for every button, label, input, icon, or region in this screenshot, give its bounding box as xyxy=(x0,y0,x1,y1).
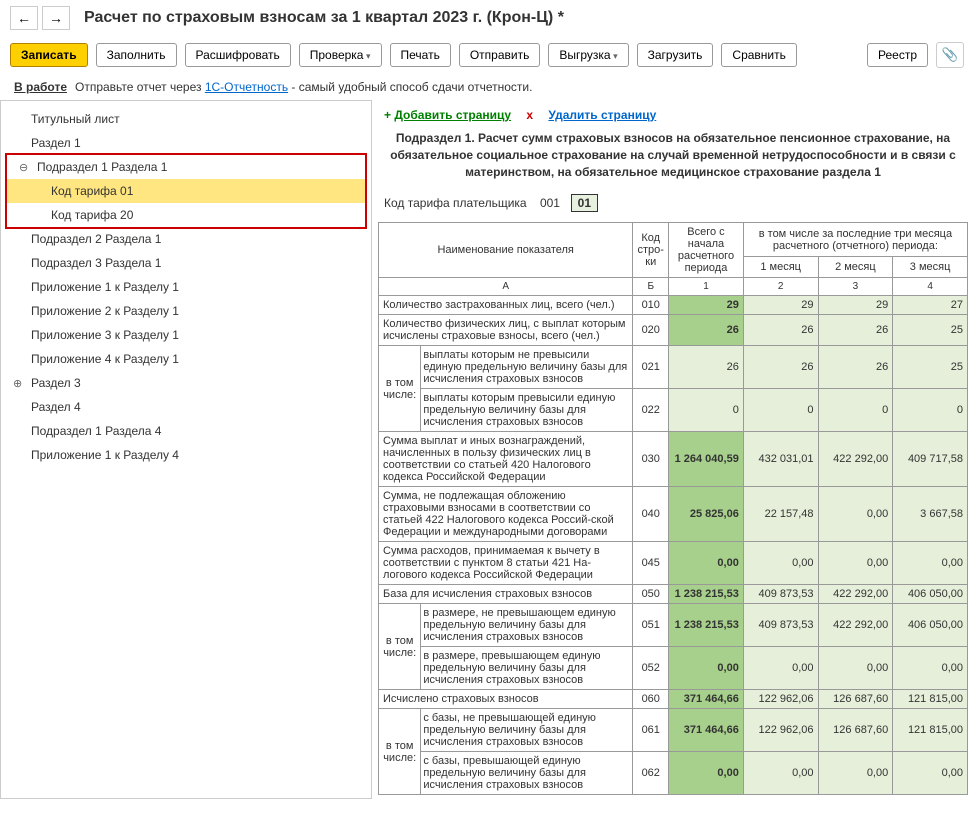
expand-icon[interactable]: ⊕ xyxy=(13,377,25,389)
table-row: Сумма выплат и иных вознаграждений, начи… xyxy=(379,432,968,487)
decrypt-button[interactable]: Расшифровать xyxy=(185,43,291,67)
check-button[interactable]: Проверка xyxy=(299,43,382,67)
th-m3: 3 месяц xyxy=(893,257,968,278)
table-row: в размере, превышающем единую предельную… xyxy=(379,647,968,690)
tree-item-section1[interactable]: Раздел 1 xyxy=(1,131,371,155)
tree-item-app2-section1[interactable]: Приложение 2 к Разделу 1 xyxy=(1,299,371,323)
print-button[interactable]: Печать xyxy=(390,43,451,67)
table-row: выплаты которым превысили единую предель… xyxy=(379,389,968,432)
registry-button[interactable]: Реестр xyxy=(867,43,928,67)
table-row: Сумма, не подлежащая обложению страховым… xyxy=(379,487,968,542)
write-button[interactable]: Записать xyxy=(10,43,88,67)
delete-page-link[interactable]: Удалить страницу xyxy=(548,108,656,122)
tree-item-app3-section1[interactable]: Приложение 3 к Разделу 1 xyxy=(1,323,371,347)
collapse-icon[interactable]: ⊖ xyxy=(19,161,31,173)
tree-item-tariff01[interactable]: Код тарифа 01 xyxy=(7,179,365,203)
attach-icon[interactable]: 📎 xyxy=(936,42,964,68)
reporting-link[interactable]: 1С-Отчетность xyxy=(205,80,288,94)
tree-item-app1-section1[interactable]: Приложение 1 к Разделу 1 xyxy=(1,275,371,299)
th-c4: 4 xyxy=(893,278,968,296)
table-row: Количество физических лиц, с выплат кото… xyxy=(379,315,968,346)
table-row: в том числе: выплаты которым не превысил… xyxy=(379,346,968,389)
status-label[interactable]: В работе xyxy=(14,80,67,94)
section-tree: Титульный лист Раздел 1 ⊖ Подраздел 1 Ра… xyxy=(0,100,372,799)
tree-item-subsection3-1[interactable]: Подраздел 3 Раздела 1 xyxy=(1,251,371,275)
plus-icon: + xyxy=(384,108,391,122)
th-m1: 1 месяц xyxy=(743,257,818,278)
th-a: А xyxy=(379,278,633,296)
tree-item-tariff20[interactable]: Код тарифа 20 xyxy=(7,203,365,227)
import-button[interactable]: Загрузить xyxy=(637,43,714,67)
fill-button[interactable]: Заполнить xyxy=(96,43,177,67)
send-button[interactable]: Отправить xyxy=(459,43,541,67)
section-heading: Подраздел 1. Расчет сумм страховых взнос… xyxy=(378,130,968,190)
x-icon: x xyxy=(526,108,533,122)
table-row: Исчислено страховых взносов 060 371 464,… xyxy=(379,690,968,709)
table-row: Количество застрахованных лиц, всего (че… xyxy=(379,296,968,315)
th-c3: 3 xyxy=(818,278,893,296)
th-m2: 2 месяц xyxy=(818,257,893,278)
tree-item-app1-section4[interactable]: Приложение 1 к Разделу 4 xyxy=(1,443,371,467)
tree-item-title-page[interactable]: Титульный лист xyxy=(1,107,371,131)
table-row: в том числе: с базы, не превышающей един… xyxy=(379,709,968,752)
th-name: Наименование показателя xyxy=(379,223,633,278)
table-row: в том числе: в размере, не превышающем е… xyxy=(379,604,968,647)
status-text2: - самый удобный способ сдачи отчетности. xyxy=(288,80,532,94)
tree-item-section3[interactable]: ⊕ Раздел 3 xyxy=(1,371,371,395)
status-text1: Отправьте отчет через xyxy=(75,80,205,94)
th-b: Б xyxy=(633,278,669,296)
th-c2: 2 xyxy=(743,278,818,296)
nav-back-button[interactable]: ← xyxy=(10,6,38,30)
th-recent: в том числе за последние три месяца расч… xyxy=(743,223,967,257)
nav-forward-button[interactable]: → xyxy=(42,6,70,30)
tree-item-subsection1-4[interactable]: Подраздел 1 Раздела 4 xyxy=(1,419,371,443)
content-area: + Добавить страницу x Удалить страницу П… xyxy=(372,100,974,799)
th-total: Всего с начала расчетного периода xyxy=(669,223,744,278)
table-row: Сумма расходов, принимаемая к вычету в с… xyxy=(379,542,968,585)
export-button[interactable]: Выгрузка xyxy=(548,43,628,67)
compare-button[interactable]: Сравнить xyxy=(721,43,796,67)
table-row: База для исчисления страховых взносов 05… xyxy=(379,585,968,604)
th-code: Код стро-ки xyxy=(633,223,669,278)
tariff-label: Код тарифа плательщика xyxy=(384,196,527,210)
add-page-link[interactable]: Добавить страницу xyxy=(394,108,511,122)
tree-item-section4[interactable]: Раздел 4 xyxy=(1,395,371,419)
highlight-box: ⊖ Подраздел 1 Раздела 1 Код тарифа 01 Ко… xyxy=(5,153,367,229)
th-c1: 1 xyxy=(669,278,744,296)
table-row: с базы, превышающей единую предельную ве… xyxy=(379,752,968,795)
tariff-value-box[interactable]: 01 xyxy=(571,194,598,212)
data-table: Наименование показателя Код стро-ки Всег… xyxy=(378,222,968,795)
page-title: Расчет по страховым взносам за 1 квартал… xyxy=(84,9,564,27)
tree-item-subsection2-1[interactable]: Подраздел 2 Раздела 1 xyxy=(1,227,371,251)
tree-item-subsection1-1[interactable]: ⊖ Подраздел 1 Раздела 1 xyxy=(7,155,365,179)
tariff-code: 001 xyxy=(540,196,560,210)
tree-item-app4-section1[interactable]: Приложение 4 к Разделу 1 xyxy=(1,347,371,371)
